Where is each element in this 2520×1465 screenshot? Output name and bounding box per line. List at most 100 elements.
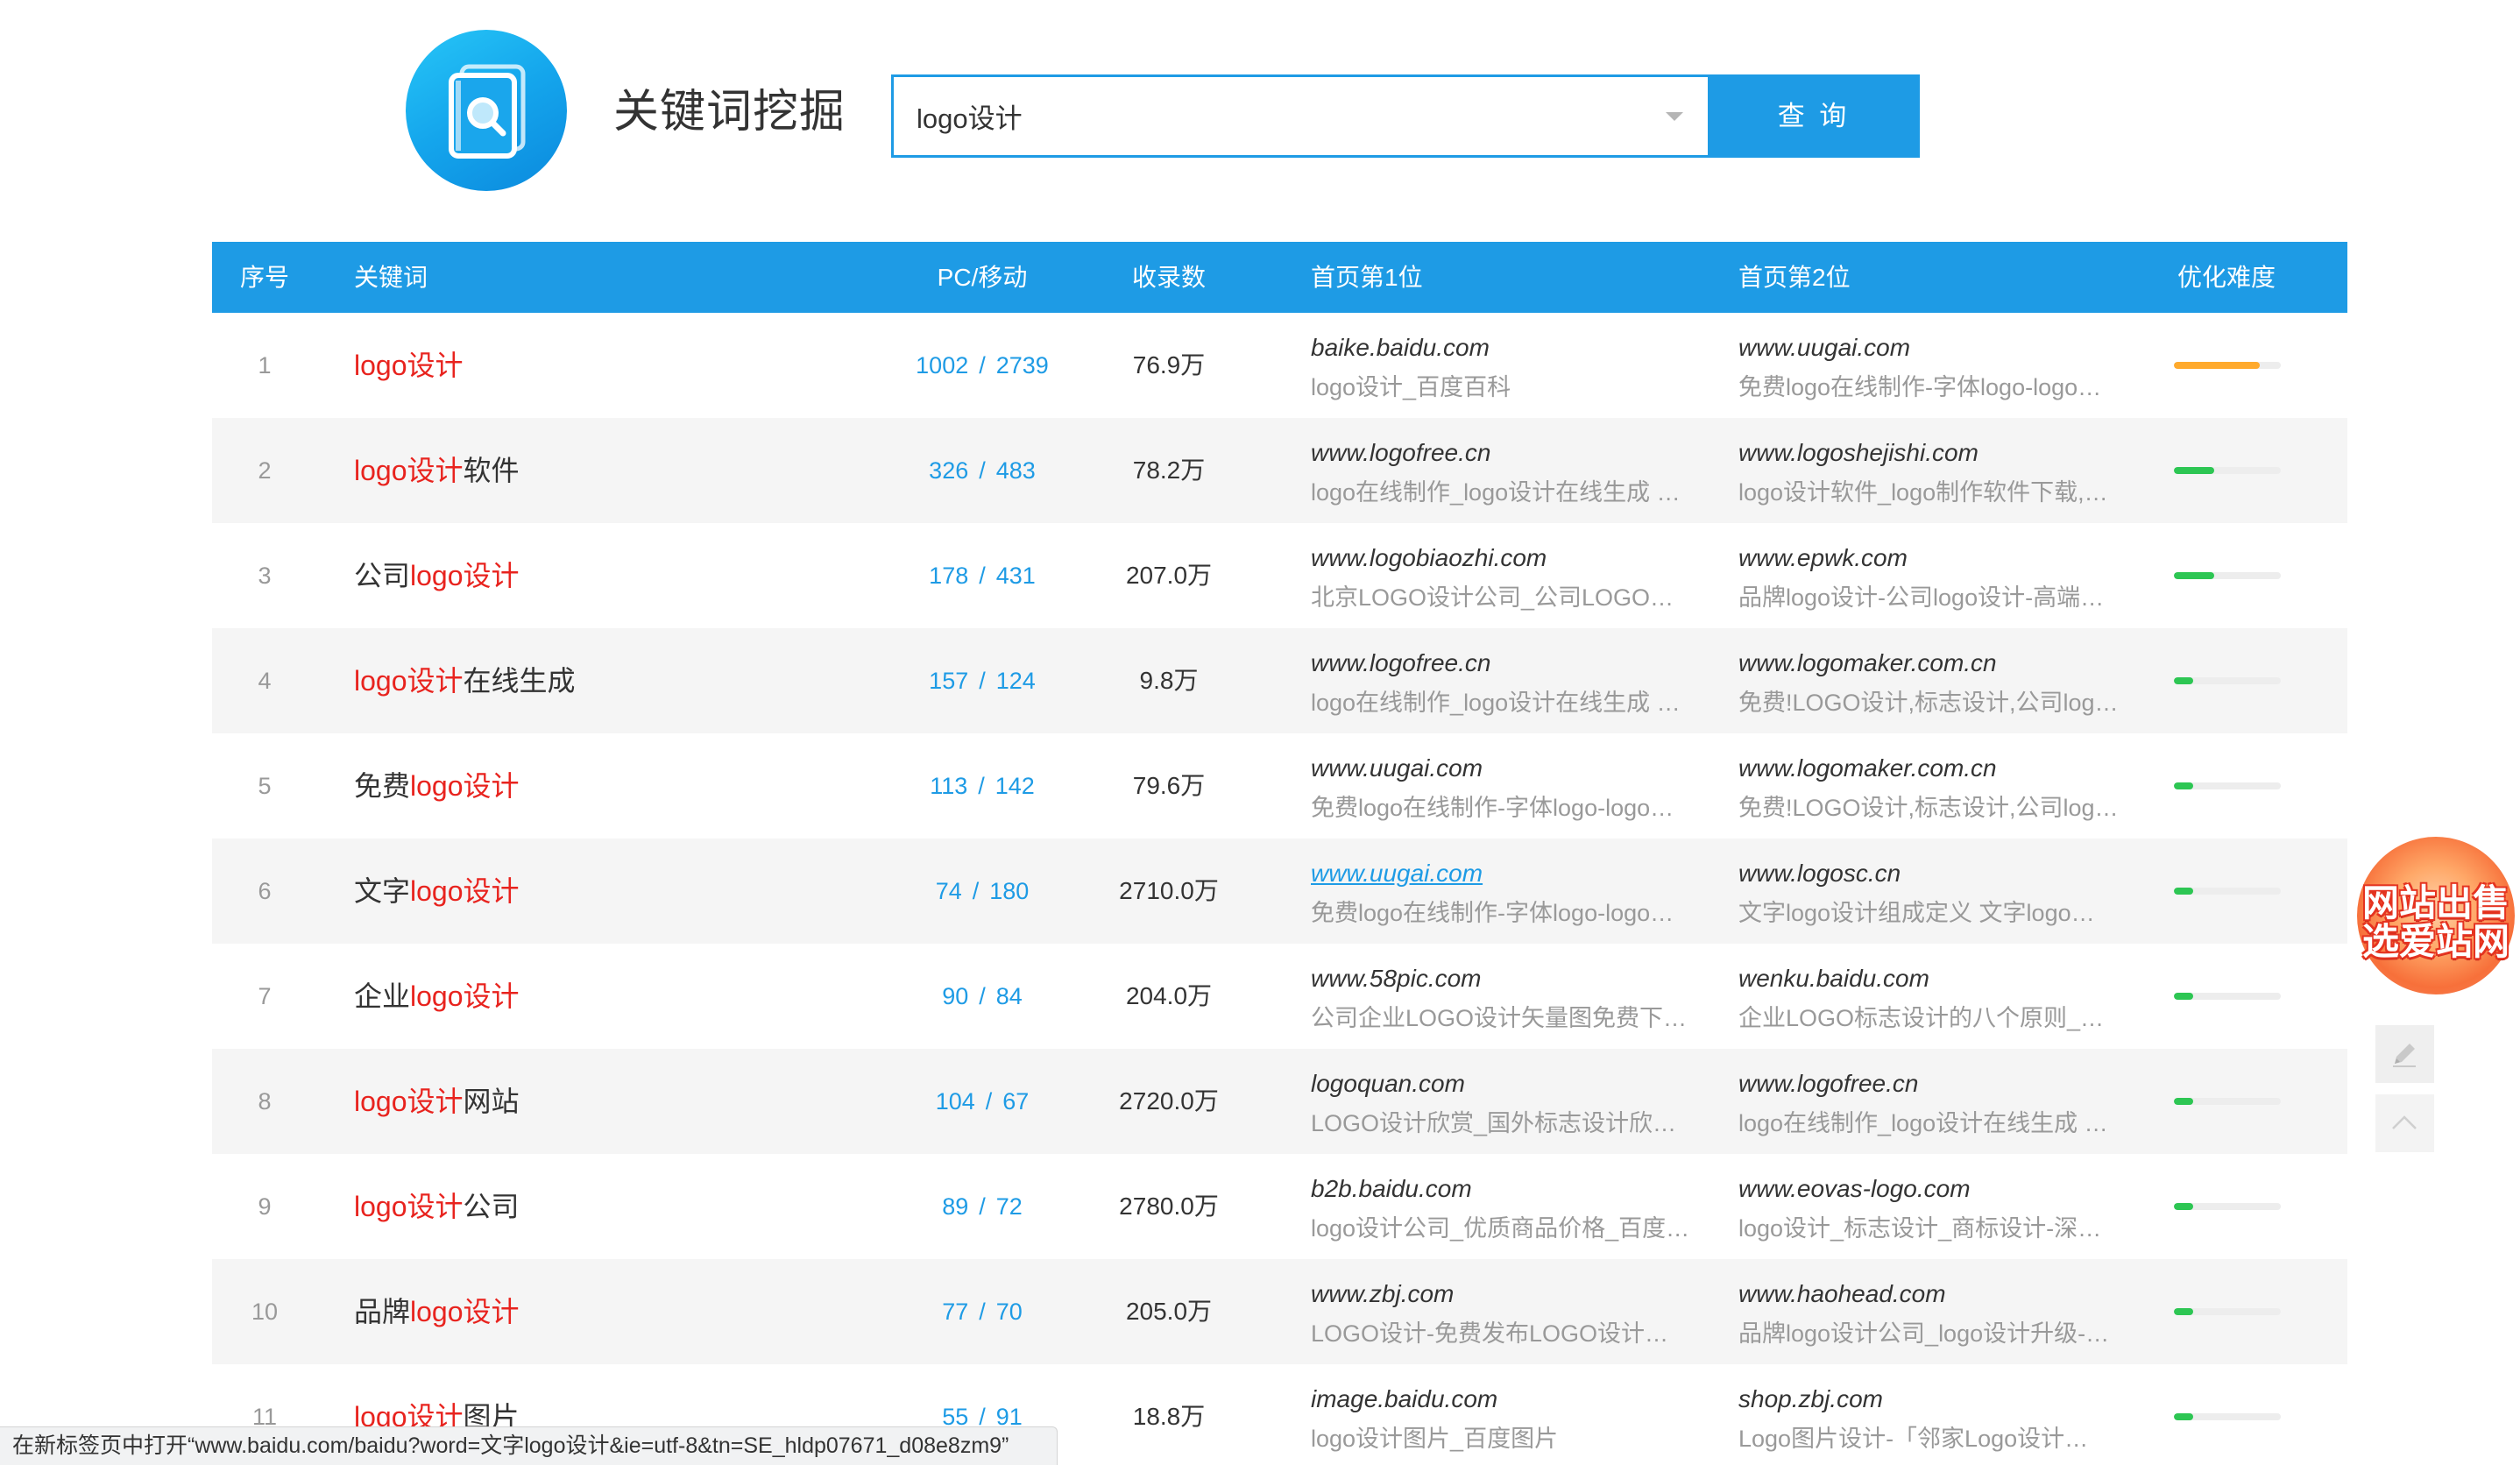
table-row: 1 logo设计 1002 / 2739 76.9万 baike.baidu.com logo… [212, 313, 2347, 418]
rank-1-title-link[interactable]: logo设计图片_百度图片 [1311, 1423, 1723, 1454]
pc-mobile-count-link[interactable]: 1002 / 2739 [877, 313, 1087, 418]
rank-1-domain-link[interactable]: www.uugai.com [1311, 753, 1483, 784]
pc-count: 89 [942, 1193, 969, 1220]
rank-1-title-link[interactable]: LOGO设计-免费发布LOGO设计… [1311, 1318, 1723, 1349]
rank-2-title-link[interactable]: 文字logo设计组成定义 文字logo… [1738, 897, 2150, 929]
difficulty-bar [2174, 1203, 2281, 1210]
rank-1-domain-link[interactable]: logoquan.com [1311, 1068, 1465, 1100]
row-index: 7 [258, 983, 272, 1009]
rank-1-domain-link[interactable]: b2b.baidu.com [1311, 1173, 1472, 1205]
keyword-link[interactable]: 公司logo设计 [354, 523, 520, 628]
rank-1-domain-link[interactable]: www.logobiaozhi.com [1311, 542, 1547, 574]
table-row: 4 logo设计在线生成 157 / 124 9.8万 www.logofree.cn log… [212, 628, 2347, 733]
indexed-count: 207.0万 [1125, 562, 1213, 589]
rank-2-title-link[interactable]: 免费!LOGO设计,标志设计,公司log… [1738, 687, 2150, 718]
table-row: 7 企业logo设计 90 / 84 204.0万 www.58pic.com 公司企业LOG… [212, 944, 2347, 1049]
rank-1-title-link[interactable]: 公司企业LOGO设计矢量图免费下… [1311, 1002, 1723, 1034]
keyword-link[interactable]: 免费logo设计 [354, 733, 520, 839]
keyword-link[interactable]: logo设计公司 [354, 1154, 520, 1259]
rank-1-domain-link[interactable]: baike.baidu.com [1311, 332, 1490, 364]
site-for-sale-badge[interactable]: 网站出售 选爱站网 [2357, 837, 2515, 994]
table-row: 9 logo设计公司 89 / 72 2780.0万 b2b.baidu.com logo设计… [212, 1154, 2347, 1259]
rank-1-title-link[interactable]: logo在线制作_logo设计在线生成 … [1311, 477, 1723, 508]
pc-mobile-separator: / [979, 352, 986, 379]
difficulty-bar [2174, 677, 2281, 684]
sale-badge-line-2: 选爱站网 [2361, 921, 2509, 962]
pc-mobile-count-link[interactable]: 77 / 70 [877, 1259, 1087, 1364]
search-input[interactable] [894, 77, 1639, 155]
pc-mobile-count-link[interactable]: 157 / 124 [877, 628, 1087, 733]
rank-1-title-link[interactable]: 免费logo在线制作-字体logo-logo… [1311, 792, 1723, 824]
feedback-edit-button[interactable] [2375, 1025, 2434, 1083]
rank-1-domain-link[interactable]: www.zbj.com [1311, 1278, 1454, 1310]
rank-2-domain-link[interactable]: wenku.baidu.com [1738, 963, 1929, 994]
rank-2-domain-link[interactable]: www.logomaker.com.cn [1738, 753, 1997, 784]
keyword-search-field[interactable] [891, 74, 1708, 158]
pc-mobile-count-link[interactable]: 90 / 84 [877, 944, 1087, 1049]
keyword-link[interactable]: logo设计 [354, 313, 464, 418]
rank-2-title-link[interactable]: 品牌logo设计公司_logo设计升级-… [1738, 1318, 2150, 1349]
rank-2-result: www.uugai.com 免费logo在线制作-字体logo-logo… [1738, 313, 2150, 418]
rank-2-domain-link[interactable]: www.logomaker.com.cn [1738, 648, 1997, 679]
rank-2-result: www.logofree.cn logo在线制作_logo设计在线生成 … [1738, 1049, 2150, 1154]
keyword-link[interactable]: 企业logo设计 [354, 944, 520, 1049]
rank-1-domain-link[interactable]: www.logofree.cn [1311, 648, 1490, 679]
rank-2-result: wenku.baidu.com 企业LOGO标志设计的八个原则_… [1738, 944, 2150, 1049]
pc-mobile-count-link[interactable]: 89 / 72 [877, 1154, 1087, 1259]
rank-1-title-link[interactable]: LOGO设计欣赏_国外标志设计欣… [1311, 1108, 1723, 1139]
rank-1-title-link[interactable]: logo设计_百度百科 [1311, 372, 1723, 403]
rank-2-title-link[interactable]: logo设计软件_logo制作软件下载,… [1738, 477, 2150, 508]
row-index: 9 [258, 1193, 272, 1220]
rank-2-domain-link[interactable]: www.logofree.cn [1738, 1068, 1918, 1100]
rank-2-title-link[interactable]: 免费logo在线制作-字体logo-logo… [1738, 372, 2150, 403]
rank-1-domain-link[interactable]: www.logofree.cn [1311, 437, 1490, 469]
pc-mobile-separator: / [985, 1088, 993, 1115]
rank-2-title-link[interactable]: 企业LOGO标志设计的八个原则_… [1738, 1002, 2150, 1034]
back-to-top-button[interactable] [2375, 1094, 2434, 1152]
rank-2-domain-link[interactable]: www.logoshejishi.com [1738, 437, 1978, 469]
search-button[interactable]: 查 询 [1708, 74, 1920, 158]
rank-2-domain-link[interactable]: www.logosc.cn [1738, 858, 1901, 889]
mobile-count: 67 [1002, 1088, 1030, 1115]
rank-2-title-link[interactable]: 品牌logo设计-公司logo设计-高端… [1738, 582, 2150, 613]
pc-mobile-count-link[interactable]: 74 / 180 [877, 839, 1087, 944]
caret-down-icon[interactable] [1664, 110, 1685, 123]
rank-2-title-link[interactable]: logo在线制作_logo设计在线生成 … [1738, 1108, 2150, 1139]
keyword-link[interactable]: logo设计在线生成 [354, 628, 576, 733]
keyword-link[interactable]: logo设计网站 [354, 1049, 520, 1154]
row-index: 1 [258, 352, 272, 379]
pc-mobile-count-link[interactable]: 104 / 67 [877, 1049, 1087, 1154]
rank-2-domain-link[interactable]: shop.zbj.com [1738, 1384, 1883, 1415]
rank-2-title-link[interactable]: Logo图片设计-「邻家Logo设计… [1738, 1423, 2150, 1454]
row-index: 6 [258, 878, 272, 904]
rank-1-title-link[interactable]: 北京LOGO设计公司_公司LOGO… [1311, 582, 1723, 613]
rank-1-title-link[interactable]: logo设计公司_优质商品价格_百度… [1311, 1213, 1723, 1244]
rank-1-title-link[interactable]: logo在线制作_logo设计在线生成 … [1311, 687, 1723, 718]
keyword-link[interactable]: 品牌logo设计 [354, 1259, 520, 1364]
indexed-count: 79.6万 [1132, 772, 1206, 799]
rank-2-domain-link[interactable]: www.epwk.com [1738, 542, 1908, 574]
keyword-link[interactable]: 文字logo设计 [354, 839, 520, 944]
keyword-highlight: logo设计 [354, 1191, 464, 1222]
pc-mobile-count-link[interactable]: 113 / 142 [877, 733, 1087, 839]
rank-2-result: www.logoshejishi.com logo设计软件_logo制作软件下载,… [1738, 418, 2150, 523]
pc-mobile-count-link[interactable]: 326 / 483 [877, 418, 1087, 523]
rank-2-title-link[interactable]: logo设计_标志设计_商标设计-深… [1738, 1213, 2150, 1244]
rank-1-domain-link[interactable]: image.baidu.com [1311, 1384, 1497, 1415]
rank-2-domain-link[interactable]: www.eovas-logo.com [1738, 1173, 1971, 1205]
keyword-highlight: logo设计 [354, 1086, 464, 1117]
rank-2-title-link[interactable]: 免费!LOGO设计,标志设计,公司log… [1738, 792, 2150, 824]
pc-count: 157 [929, 668, 969, 694]
rank-2-domain-link[interactable]: www.haohead.com [1738, 1278, 1946, 1310]
difficulty-bar-fill [2174, 467, 2215, 474]
keyword-link[interactable]: logo设计软件 [354, 418, 520, 523]
rank-1-domain-link[interactable]: www.uugai.com [1311, 858, 1483, 889]
rank-2-domain-link[interactable]: www.uugai.com [1738, 332, 1910, 364]
rank-1-domain-link[interactable]: www.58pic.com [1311, 963, 1482, 994]
pc-count: 104 [935, 1088, 975, 1115]
rank-1-title-link[interactable]: 免费logo在线制作-字体logo-logo… [1311, 897, 1723, 929]
pc-mobile-count-link[interactable]: 178 / 431 [877, 523, 1087, 628]
difficulty-bar-fill [2174, 362, 2260, 369]
rank-2-result: www.epwk.com 品牌logo设计-公司logo设计-高端… [1738, 523, 2150, 628]
column-header-rank-1: 首页第1位 [1311, 264, 1423, 291]
